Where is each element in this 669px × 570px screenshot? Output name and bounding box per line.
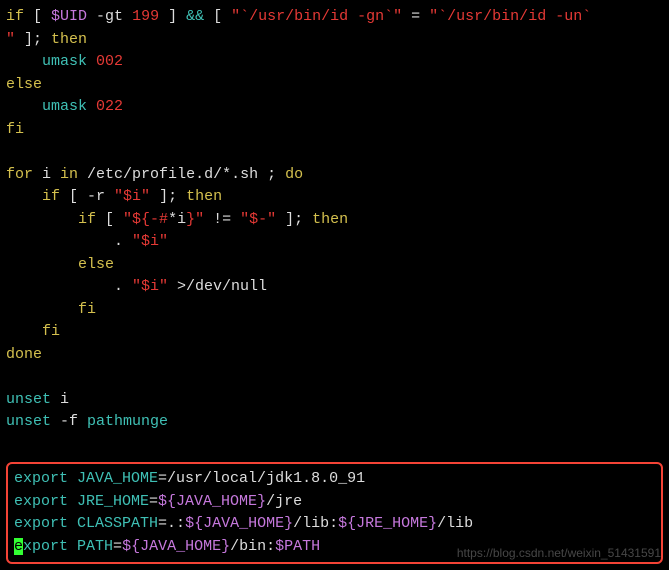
keyword-done: done	[6, 346, 42, 363]
code-line: fi	[6, 299, 663, 322]
string: "$i"	[132, 278, 168, 295]
keyword-if: if	[78, 211, 96, 228]
code-line	[6, 434, 663, 457]
code-line: export CLASSPATH=.:${JAVA_HOME}/lib:${JR…	[14, 513, 655, 536]
watermark: https://blog.csdn.net/weixin_51431591	[457, 544, 661, 562]
string: "$-"	[240, 211, 276, 228]
command-export: xport	[23, 538, 68, 555]
command-unset: unset	[6, 391, 51, 408]
command-export: export	[14, 493, 68, 510]
var-path: PATH	[68, 538, 113, 555]
var-ref: ${JRE_HOME}	[338, 515, 437, 532]
code-line: else	[6, 74, 663, 97]
code-line	[6, 366, 663, 389]
number: 022	[87, 98, 123, 115]
code-line: . "$i"	[6, 231, 663, 254]
command-unset: unset	[6, 413, 51, 430]
keyword-then: then	[51, 31, 87, 48]
string: "`/usr/bin/id -gn`"	[231, 8, 402, 25]
keyword-fi: fi	[42, 323, 60, 340]
code-line: unset i	[6, 389, 663, 412]
code-line	[6, 141, 663, 164]
command-export: export	[14, 515, 68, 532]
keyword-in: in	[60, 166, 78, 183]
keyword-fi: fi	[78, 301, 96, 318]
code-line: unset -f pathmunge	[6, 411, 663, 434]
terminal-code-view[interactable]: if [ $UID -gt 199 ] && [ "`/usr/bin/id -…	[6, 6, 663, 564]
keyword-for: for	[6, 166, 33, 183]
var-uid: $UID	[51, 8, 87, 25]
var-ref: $PATH	[275, 538, 320, 555]
keyword-do: do	[285, 166, 303, 183]
code-line: fi	[6, 119, 663, 142]
operator: &&	[186, 8, 204, 25]
code-line: fi	[6, 321, 663, 344]
var-ref: ${JAVA_HOME}	[122, 538, 230, 555]
code-line: if [ -r "$i" ]; then	[6, 186, 663, 209]
command-umask: umask	[42, 98, 87, 115]
number: 002	[87, 53, 123, 70]
string: "$i"	[132, 233, 168, 250]
command-umask: umask	[42, 53, 87, 70]
keyword-else: else	[6, 76, 42, 93]
code-line: for i in /etc/profile.d/*.sh ; do	[6, 164, 663, 187]
keyword-if: if	[6, 8, 24, 25]
number: 199	[132, 8, 159, 25]
code-line: export JAVA_HOME=/usr/local/jdk1.8.0_91	[14, 468, 655, 491]
var-ref: ${JAVA_HOME}	[158, 493, 266, 510]
code-line: umask 002	[6, 51, 663, 74]
code-line: if [ "${-#*i}" != "$-" ]; then	[6, 209, 663, 232]
var-ref: ${JAVA_HOME}	[185, 515, 293, 532]
code-line: else	[6, 254, 663, 277]
string: "$i"	[114, 188, 150, 205]
code-line: if [ $UID -gt 199 ] && [ "`/usr/bin/id -…	[6, 6, 663, 29]
code-line: umask 022	[6, 96, 663, 119]
string: "`/usr/bin/id -un`	[429, 8, 591, 25]
keyword-else: else	[78, 256, 114, 273]
code-line: . "$i" >/dev/null	[6, 276, 663, 299]
command-export: export	[14, 470, 68, 487]
keyword-then: then	[186, 188, 222, 205]
cursor: e	[14, 538, 23, 555]
var-java-home: JAVA_HOME	[68, 470, 158, 487]
keyword-fi: fi	[6, 121, 24, 138]
keyword-then: then	[312, 211, 348, 228]
code-line: export JRE_HOME=${JAVA_HOME}/jre	[14, 491, 655, 514]
code-line: done	[6, 344, 663, 367]
code-line: " ]; then	[6, 29, 663, 52]
keyword-if: if	[42, 188, 60, 205]
var-jre-home: JRE_HOME	[68, 493, 149, 510]
var-classpath: CLASSPATH	[68, 515, 158, 532]
